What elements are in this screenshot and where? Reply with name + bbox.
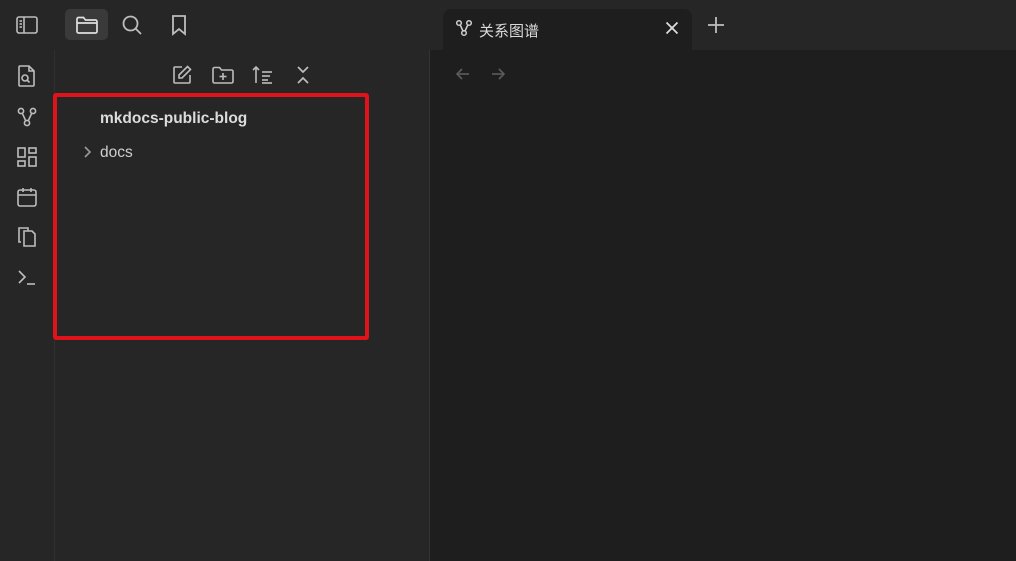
collapse-all-icon[interactable] xyxy=(293,64,313,91)
bookmark-icon[interactable] xyxy=(164,9,194,41)
folder-icon[interactable] xyxy=(65,9,108,40)
plus-icon[interactable] xyxy=(704,13,728,42)
search-icon[interactable] xyxy=(116,9,148,41)
close-icon[interactable] xyxy=(663,19,681,42)
new-folder-icon[interactable] xyxy=(211,64,235,91)
main-pane xyxy=(430,50,1016,561)
graph-icon xyxy=(455,19,473,42)
app-window: 关系图谱 mkdocs-public-blog docs xyxy=(0,0,1016,561)
terminal-icon[interactable] xyxy=(16,266,38,293)
copy-icon[interactable] xyxy=(16,226,38,253)
sort-icon[interactable] xyxy=(251,64,275,91)
dashboard-icon[interactable] xyxy=(16,146,38,173)
tab-graph[interactable]: 关系图谱 xyxy=(443,9,692,50)
sidebar-toggle-icon[interactable] xyxy=(10,9,44,41)
new-note-icon[interactable] xyxy=(171,64,193,91)
calendar-icon[interactable] xyxy=(16,186,38,213)
left-ribbon xyxy=(0,50,55,561)
highlight-box xyxy=(53,93,369,340)
arrow-right-icon[interactable] xyxy=(489,65,507,88)
tab-label: 关系图谱 xyxy=(479,22,540,40)
arrow-left-icon[interactable] xyxy=(454,65,472,88)
title-bar: 关系图谱 xyxy=(0,0,1016,50)
file-search-icon[interactable] xyxy=(16,64,38,93)
graph-icon[interactable] xyxy=(16,106,38,133)
